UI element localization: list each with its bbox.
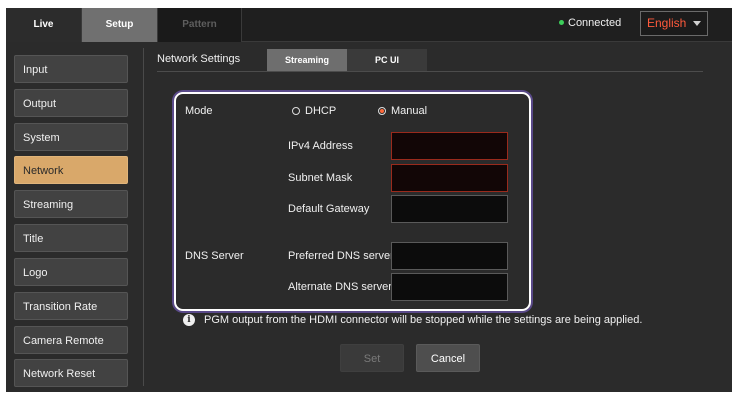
chevron-down-icon: [693, 21, 701, 26]
sidebar-item-logo[interactable]: Logo: [14, 258, 128, 286]
dhcp-label[interactable]: DHCP: [305, 105, 336, 117]
status-text: Connected: [568, 17, 622, 29]
manual-label[interactable]: Manual: [391, 105, 427, 117]
sidebar-item-network-reset[interactable]: Network Reset: [14, 359, 128, 387]
sidebar-item-network[interactable]: Network: [14, 156, 128, 184]
dns-server-label: DNS Server: [185, 250, 244, 262]
subtab-pc-ui[interactable]: PC UI: [347, 49, 427, 71]
default-gateway-input[interactable]: [392, 196, 507, 222]
sidebar-item-input[interactable]: Input: [14, 55, 128, 83]
sidebar-divider: [143, 48, 144, 386]
alternate-dns-field[interactable]: [391, 273, 508, 301]
subtab-streaming[interactable]: Streaming: [267, 49, 347, 71]
sidebar-item-system[interactable]: System: [14, 123, 128, 151]
alternate-dns-label: Alternate DNS server: [288, 281, 392, 293]
page-title: Network Settings: [157, 53, 241, 65]
tab-pattern[interactable]: Pattern: [158, 8, 242, 42]
sidebar: Input Output System Network Streaming Ti…: [6, 42, 136, 392]
preferred-dns-field[interactable]: [391, 242, 508, 270]
manual-radio[interactable]: [378, 107, 386, 115]
sidebar-item-transition-rate[interactable]: Transition Rate: [14, 292, 128, 320]
default-gateway-label: Default Gateway: [288, 203, 370, 215]
default-gateway-field[interactable]: [391, 195, 508, 223]
sidebar-item-output[interactable]: Output: [14, 89, 128, 117]
tab-live[interactable]: Live: [6, 8, 82, 42]
info-message: PGM output from the HDMI connector will …: [204, 314, 643, 326]
subnet-mask-input[interactable]: [392, 165, 507, 191]
ipv4-address-field[interactable]: [391, 132, 508, 160]
connection-status: Connected: [559, 8, 621, 38]
subnet-mask-field[interactable]: [391, 164, 508, 192]
preferred-dns-input[interactable]: [392, 243, 507, 269]
mode-label: Mode: [185, 105, 213, 117]
sidebar-item-camera-remote[interactable]: Camera Remote: [14, 326, 128, 354]
alternate-dns-input[interactable]: [392, 274, 507, 300]
app-window: Live Setup Pattern Connected English Inp…: [6, 8, 732, 392]
top-bar: Live Setup Pattern Connected English: [6, 8, 732, 42]
set-button[interactable]: Set: [340, 344, 404, 372]
status-dot-icon: [559, 19, 564, 25]
ipv4-address-label: IPv4 Address: [288, 140, 353, 152]
preferred-dns-label: Preferred DNS server: [288, 250, 394, 262]
info-icon: i: [183, 314, 195, 326]
subnet-mask-label: Subnet Mask: [288, 172, 353, 184]
ipv4-address-input[interactable]: [392, 133, 507, 159]
sidebar-item-title[interactable]: Title: [14, 224, 128, 252]
sidebar-item-streaming[interactable]: Streaming: [14, 190, 128, 218]
dhcp-radio[interactable]: [292, 107, 300, 115]
language-value: English: [647, 16, 687, 30]
cancel-button[interactable]: Cancel: [416, 344, 480, 372]
language-select[interactable]: English: [640, 11, 708, 36]
tab-setup[interactable]: Setup: [82, 8, 158, 42]
subtab-divider: [157, 71, 703, 72]
